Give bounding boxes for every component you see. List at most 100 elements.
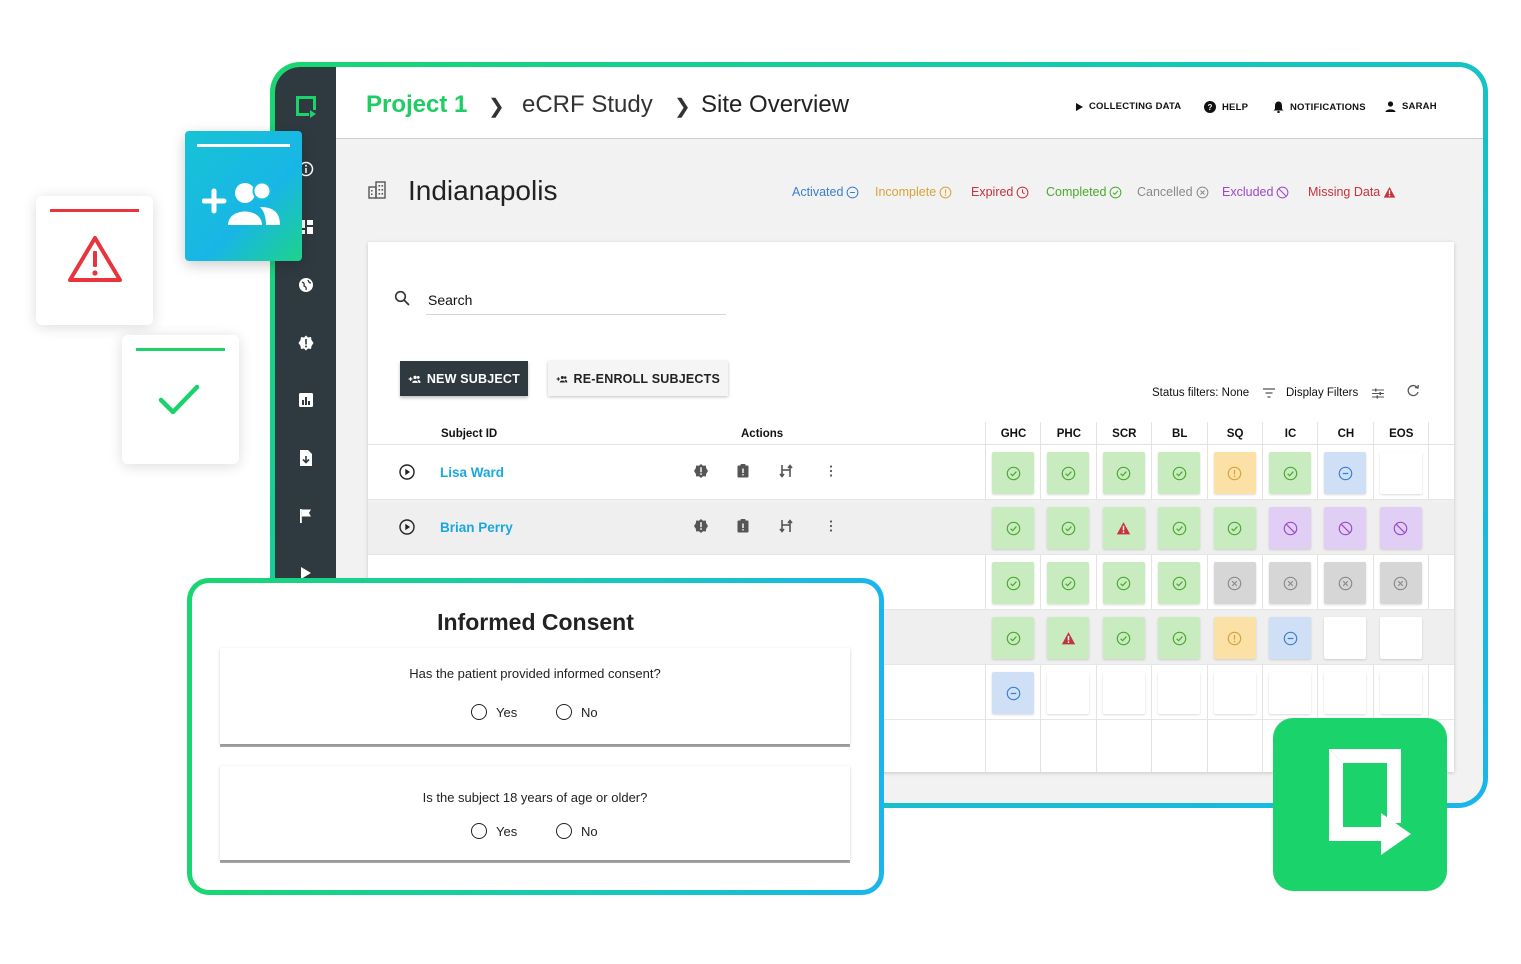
ban-icon: [1338, 521, 1353, 535]
column-header-sq[interactable]: SQ: [1208, 428, 1263, 440]
status-cell-ic[interactable]: [1269, 672, 1311, 714]
check-circle-icon: [1061, 466, 1076, 480]
status-cell-ghc[interactable]: [992, 452, 1034, 494]
status-cell-sq[interactable]: [1213, 672, 1256, 714]
transfer-icon[interactable]: [778, 463, 794, 479]
status-cell-eos[interactable]: [1379, 452, 1422, 494]
refresh-icon[interactable]: [1407, 384, 1420, 397]
flag-icon[interactable]: [295, 505, 317, 527]
breadcrumb-site-overview: Site Overview: [701, 91, 850, 118]
column-header-scr[interactable]: SCR: [1097, 428, 1152, 440]
check-circle-icon: [1006, 576, 1020, 590]
no-label: No: [581, 704, 598, 720]
radio-circle[interactable]: [471, 704, 487, 720]
user-menu[interactable]: SARAH: [1385, 101, 1437, 112]
chevron-right-icon: ❯: [674, 96, 691, 118]
file-download-icon[interactable]: [295, 447, 317, 469]
status-cell-sq[interactable]: [1213, 507, 1256, 549]
clipboard-alert-icon[interactable]: [735, 518, 751, 534]
status-cell-ghc[interactable]: [992, 562, 1034, 604]
status-cell-bl[interactable]: [1158, 617, 1201, 659]
collecting-data-nav[interactable]: COLLECTING DATA: [1076, 101, 1181, 112]
more-vertical-icon[interactable]: [823, 518, 839, 534]
status-cell-phc[interactable]: [1047, 672, 1090, 714]
search-input[interactable]: Search: [428, 292, 472, 308]
q2-yes-radio[interactable]: Yes: [471, 823, 517, 839]
status-cell-ic[interactable]: [1269, 507, 1311, 549]
status-cell-sq[interactable]: [1213, 562, 1256, 604]
status-cell-ghc[interactable]: [992, 672, 1034, 714]
status-cell-ch[interactable]: [1324, 562, 1367, 604]
re-enroll-label: RE-ENROLL SUBJECTS: [573, 371, 720, 386]
column-header-ch[interactable]: CH: [1318, 428, 1373, 440]
exclamation-circle-icon: [1227, 631, 1242, 645]
status-cell-scr[interactable]: [1102, 672, 1145, 714]
display-filters[interactable]: Display Filters: [1286, 387, 1385, 399]
status-cell-bl[interactable]: [1158, 562, 1201, 604]
radio-circle[interactable]: [471, 823, 487, 839]
subject-id-header[interactable]: Subject ID: [441, 428, 497, 440]
status-cell-scr[interactable]: [1102, 617, 1145, 659]
notifications-nav[interactable]: NOTIFICATIONS: [1273, 101, 1366, 113]
subject-link[interactable]: Brian Perry: [440, 520, 513, 535]
status-cell-phc[interactable]: [1047, 617, 1090, 659]
check-circle-icon: [1061, 521, 1076, 535]
status-cell-ghc[interactable]: [992, 617, 1034, 659]
status-cell-eos[interactable]: [1379, 672, 1422, 714]
status-cell-ch[interactable]: [1324, 617, 1367, 659]
transfer-icon[interactable]: [778, 518, 794, 534]
q2-no-radio[interactable]: No: [556, 823, 598, 839]
help-nav[interactable]: ? HELP: [1204, 101, 1248, 113]
new-subject-button[interactable]: NEW SUBJECT: [400, 361, 528, 396]
play-circle-icon[interactable]: [399, 464, 415, 480]
breadcrumb-study[interactable]: eCRF Study: [522, 91, 653, 119]
status-cell-ic[interactable]: [1269, 617, 1311, 659]
status-cell-scr[interactable]: [1102, 562, 1145, 604]
alert-badge-icon[interactable]: [693, 463, 709, 479]
add-users-icon: [202, 181, 280, 225]
re-enroll-subjects-button[interactable]: RE-ENROLL SUBJECTS: [548, 361, 728, 396]
column-header-bl[interactable]: BL: [1152, 428, 1207, 440]
radio-circle[interactable]: [556, 823, 572, 839]
radio-circle[interactable]: [556, 704, 572, 720]
column-header-phc[interactable]: PHC: [1041, 428, 1096, 440]
clipboard-alert-icon[interactable]: [735, 463, 751, 479]
status-cell-bl[interactable]: [1158, 452, 1201, 494]
status-cell-bl[interactable]: [1158, 507, 1201, 549]
alert-badge-icon[interactable]: [693, 518, 709, 534]
status-cell-scr[interactable]: [1102, 507, 1145, 549]
status-cell-ic[interactable]: [1269, 562, 1311, 604]
status-cell-eos[interactable]: [1379, 617, 1422, 659]
alert-badge-icon[interactable]: [295, 332, 317, 354]
breadcrumb-project[interactable]: Project 1: [366, 91, 467, 119]
status-cell-scr[interactable]: [1102, 452, 1145, 494]
play-circle-icon[interactable]: [399, 519, 415, 535]
table-row[interactable]: Brian Perry: [368, 500, 1454, 555]
status-cell-eos[interactable]: [1379, 507, 1422, 549]
status-cell-ch[interactable]: [1324, 507, 1367, 549]
subject-link[interactable]: Lisa Ward: [440, 465, 504, 480]
legend-completed: Completed: [1046, 185, 1122, 199]
column-header-ghc[interactable]: GHC: [986, 428, 1041, 440]
status-cell-phc[interactable]: [1047, 507, 1090, 549]
status-cell-eos[interactable]: [1379, 562, 1422, 604]
status-cell-sq[interactable]: [1213, 452, 1256, 494]
column-header-eos[interactable]: EOS: [1374, 428, 1429, 440]
status-cell-bl[interactable]: [1158, 672, 1201, 714]
more-vertical-icon[interactable]: [823, 463, 839, 479]
q1-yes-radio[interactable]: Yes: [471, 704, 517, 720]
globe-icon[interactable]: [295, 274, 317, 296]
site-title: Indianapolis: [408, 175, 558, 206]
report-chart-icon[interactable]: [295, 389, 317, 411]
status-cell-ch[interactable]: [1324, 452, 1367, 494]
status-cell-ghc[interactable]: [992, 507, 1034, 549]
q1-no-radio[interactable]: No: [556, 704, 598, 720]
status-cell-phc[interactable]: [1047, 562, 1090, 604]
status-cell-sq[interactable]: [1213, 617, 1256, 659]
status-filters[interactable]: Status filters: None: [1152, 387, 1276, 399]
table-row[interactable]: Lisa Ward: [368, 445, 1454, 500]
column-header-ic[interactable]: IC: [1263, 428, 1318, 440]
status-cell-phc[interactable]: [1047, 452, 1090, 494]
status-cell-ch[interactable]: [1324, 672, 1367, 714]
status-cell-ic[interactable]: [1269, 452, 1311, 494]
